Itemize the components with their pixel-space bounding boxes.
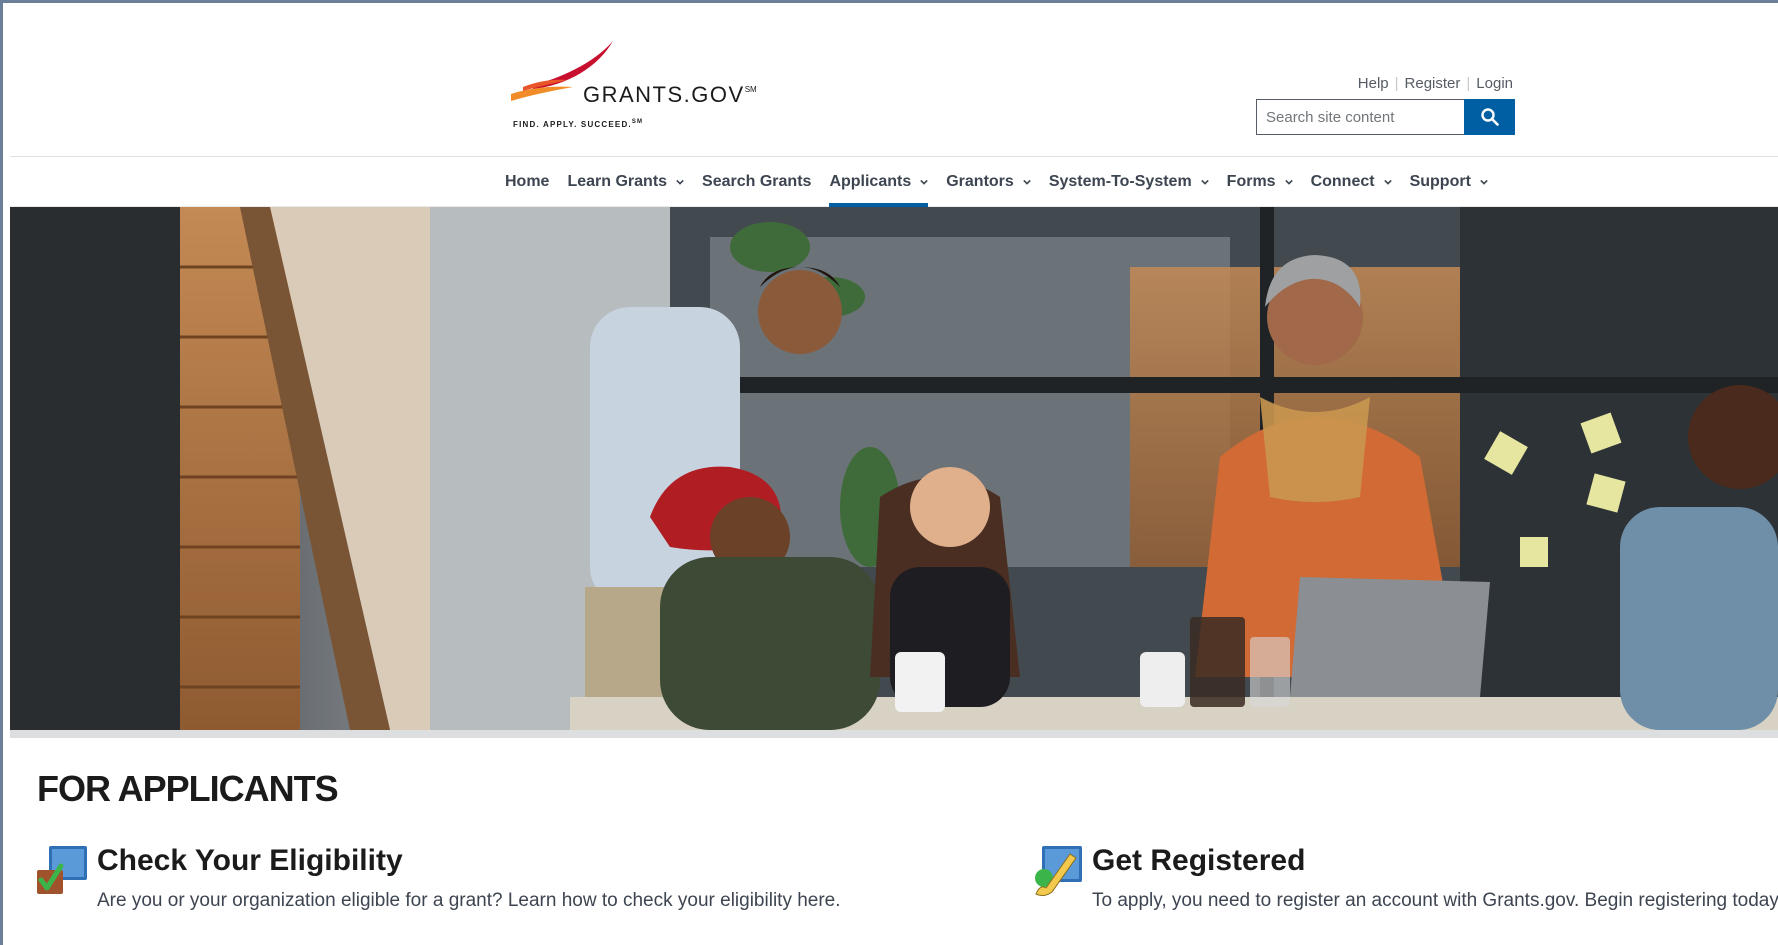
login-link[interactable]: Login bbox=[1476, 75, 1513, 92]
nav-item-home[interactable]: Home bbox=[496, 157, 558, 207]
chevron-down-icon bbox=[1284, 179, 1293, 185]
divider: | bbox=[1394, 75, 1399, 92]
search-input[interactable] bbox=[1256, 99, 1464, 135]
chevron-down-icon bbox=[1480, 179, 1488, 185]
chevron-down-icon bbox=[1200, 179, 1209, 185]
nav-item-forms[interactable]: Forms bbox=[1218, 157, 1302, 207]
nav-item-learn-grants[interactable]: Learn Grants bbox=[558, 157, 693, 207]
utility-nav: Help | Register | Login bbox=[1358, 75, 1513, 92]
nav-item-grantors[interactable]: Grantors bbox=[937, 157, 1040, 207]
page-title: FOR APPLICANTS bbox=[37, 768, 339, 809]
card-title[interactable]: Check Your Eligibility bbox=[97, 844, 403, 878]
search-icon bbox=[1480, 108, 1499, 126]
logo-tagline: FIND. APPLY. SUCCEED.SM bbox=[513, 119, 644, 129]
get-registered-card[interactable]: Get Registered To apply, you need to reg… bbox=[1030, 840, 1778, 920]
help-link[interactable]: Help bbox=[1358, 75, 1389, 92]
site-search bbox=[1256, 99, 1525, 135]
nav-item-system-to-system[interactable]: System-To-System bbox=[1040, 157, 1218, 207]
nav-item-connect[interactable]: Connect bbox=[1302, 157, 1401, 207]
register-link[interactable]: Register bbox=[1405, 75, 1461, 92]
check-eligibility-card[interactable]: Check Your Eligibility Are you or your o… bbox=[35, 840, 935, 920]
office-meeting-photo bbox=[10, 207, 1778, 730]
hero-image bbox=[10, 207, 1778, 730]
chevron-down-icon bbox=[1023, 179, 1031, 185]
nav-item-search-grants[interactable]: Search Grants bbox=[693, 157, 820, 207]
card-description: To apply, you need to register an accoun… bbox=[1092, 890, 1778, 911]
chevron-down-icon bbox=[920, 179, 929, 185]
chevron-down-icon bbox=[1383, 179, 1392, 185]
nav-item-applicants[interactable]: Applicants bbox=[820, 157, 937, 207]
chevron-down-icon bbox=[676, 179, 684, 185]
search-button[interactable] bbox=[1464, 99, 1515, 135]
nav-item-support[interactable]: Support bbox=[1401, 157, 1497, 207]
main-nav: Home Learn Grants Search Grants Applican… bbox=[10, 157, 1778, 207]
grants-gov-logo[interactable]: GRANTS.GOVSM FIND. APPLY. SUCCEED.SM bbox=[503, 39, 793, 135]
checklist-icon bbox=[37, 846, 87, 894]
card-description: Are you or your organization eligible fo… bbox=[97, 890, 841, 911]
register-pen-icon bbox=[1035, 846, 1082, 897]
divider: | bbox=[1466, 75, 1471, 92]
card-title[interactable]: Get Registered bbox=[1092, 844, 1305, 878]
hero-divider bbox=[10, 730, 1778, 738]
logo-wordmark: GRANTS.GOVSM bbox=[583, 82, 757, 107]
